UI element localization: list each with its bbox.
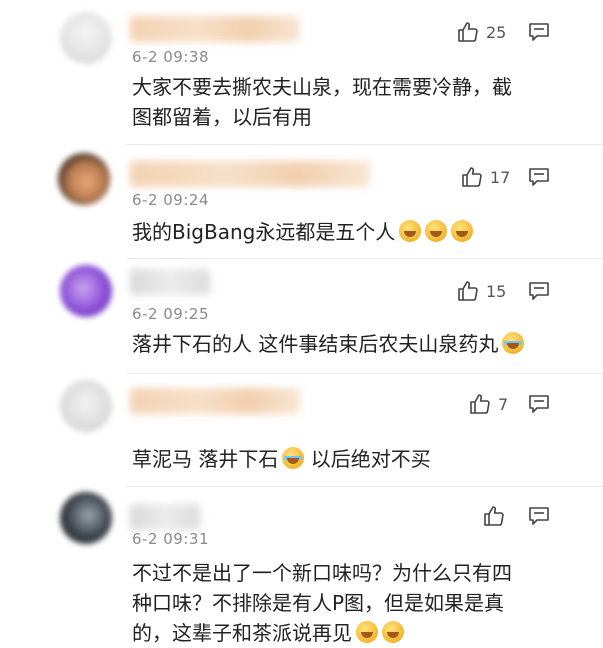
emoji-icon <box>425 220 448 242</box>
like-button[interactable]: 25 <box>456 20 506 44</box>
like-button[interactable]: 17 <box>460 165 510 189</box>
username-blurred <box>130 161 370 187</box>
thumbs-up-icon <box>458 281 478 301</box>
like-count: 15 <box>486 281 507 301</box>
avatar[interactable] <box>60 265 112 317</box>
comment-1: 6-2 09:38 25 大家不要去撕农夫山泉，现在需要冷静，截 图都留着，以后… <box>0 0 603 150</box>
like-button[interactable] <box>482 504 506 528</box>
thumbs-up-icon <box>458 22 478 42</box>
username-blurred <box>130 388 300 414</box>
comment-3: 6-2 09:25 15 落井下石的人 这件事结束后农夫山泉药丸 <box>0 259 603 374</box>
comment-text: 不过不是出了一个新口味吗？为什么只有四 种口味？不排除是有人P图，但是如果是真 … <box>132 561 512 645</box>
comment-time: 6-2 09:25 <box>132 305 209 323</box>
comment-4: 7 草泥马 落井下石 以后绝对不买 <box>0 374 603 487</box>
comment-time: 6-2 09:38 <box>132 48 209 66</box>
comment-5: 6-2 09:31 不过不是出了一个新口味吗？为什么只有四 种口味？不排除是有人… <box>0 488 603 645</box>
avatar[interactable] <box>60 492 112 544</box>
username-blurred <box>130 504 200 530</box>
avatar[interactable] <box>60 380 112 432</box>
comment-2: 6-2 09:24 17 我的BigBang永远都是五个人 <box>0 145 603 259</box>
emoji-icon <box>399 220 422 242</box>
like-button[interactable]: 7 <box>468 392 508 416</box>
comment-more-icon[interactable] <box>528 506 550 526</box>
avatar[interactable] <box>58 153 110 205</box>
emoji-icon <box>282 447 305 469</box>
comment-text: 草泥马 落井下石 以后绝对不买 <box>132 447 431 471</box>
thumbs-up-icon <box>470 394 490 414</box>
divider <box>126 486 603 487</box>
comment-more-icon[interactable] <box>528 167 550 187</box>
comment-time: 6-2 09:31 <box>132 530 209 548</box>
thumbs-up-icon <box>462 167 482 187</box>
comment-text: 我的BigBang永远都是五个人 <box>132 217 562 247</box>
like-count: 17 <box>490 167 511 187</box>
username-blurred <box>130 269 210 295</box>
avatar[interactable] <box>60 12 112 64</box>
thumbs-up-icon <box>484 506 504 526</box>
comment-more-icon[interactable] <box>528 281 550 301</box>
username-blurred <box>130 16 300 42</box>
like-count: 25 <box>486 22 507 42</box>
comment-more-icon[interactable] <box>528 394 550 414</box>
emoji-icon <box>451 220 474 242</box>
like-button[interactable]: 15 <box>456 279 506 303</box>
comment-text: 落井下石的人 这件事结束后农夫山泉药丸 <box>132 329 562 359</box>
like-count: 7 <box>498 394 509 414</box>
comment-text: 大家不要去撕农夫山泉，现在需要冷静，截 图都留着，以后有用 <box>132 75 512 129</box>
comment-time: 6-2 09:24 <box>132 191 209 209</box>
emoji-icon <box>502 332 525 354</box>
comment-more-icon[interactable] <box>528 22 550 42</box>
